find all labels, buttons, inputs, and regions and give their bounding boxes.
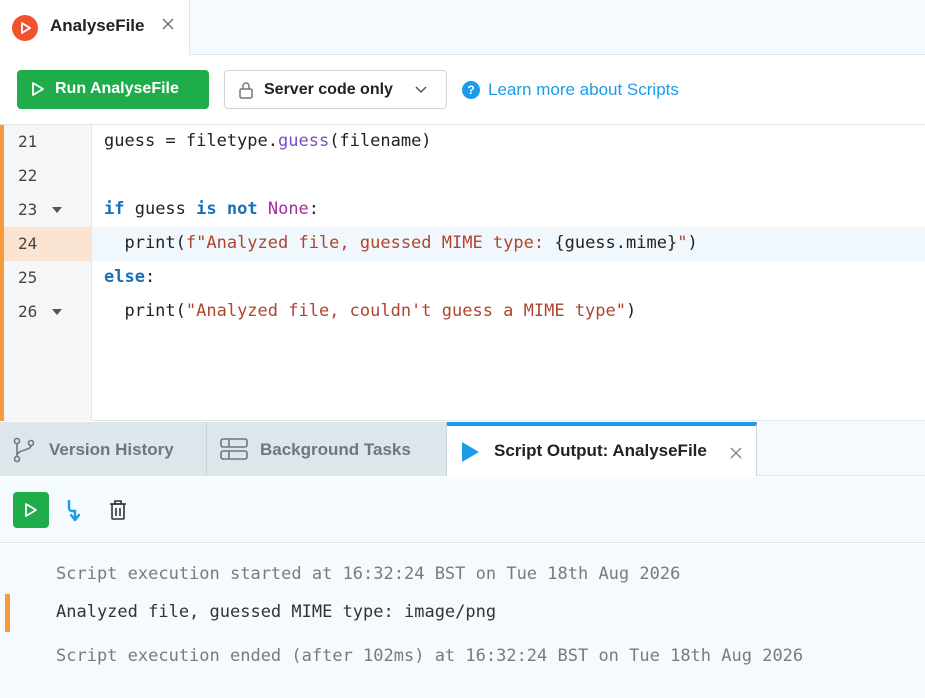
fold-arrow-icon[interactable] (52, 207, 62, 213)
help-icon: ? (462, 81, 480, 99)
tab-label: Version History (49, 440, 174, 459)
server-icon (220, 438, 248, 460)
code-mode-label: Server code only (264, 81, 393, 98)
tab-script-output[interactable]: Script Output: AnalyseFile (447, 422, 757, 476)
console-line: Script execution started at 16:32:24 BST… (56, 564, 681, 584)
line-number: 22 (18, 166, 38, 185)
play-icon (25, 503, 37, 517)
fold-arrow-icon[interactable] (52, 309, 62, 315)
play-triangle-icon (462, 442, 479, 462)
run-script-button[interactable]: Run AnalyseFile (17, 70, 209, 109)
code-mode-dropdown[interactable]: Server code only (224, 70, 447, 109)
output-toolbar (0, 477, 925, 543)
tab-label: Background Tasks (260, 440, 411, 459)
learn-more-link[interactable]: ? Learn more about Scripts (462, 79, 679, 101)
chevron-down-icon (415, 86, 427, 94)
trash-icon[interactable] (108, 499, 128, 521)
console-line: Analyzed file, guessed MIME type: image/… (56, 602, 497, 622)
run-script-label: Run AnalyseFile (55, 80, 179, 97)
code-line[interactable]: if guess is not None: (92, 193, 925, 227)
play-circle-icon (12, 15, 38, 41)
tab-label: Script Output: AnalyseFile (494, 441, 707, 460)
close-icon[interactable] (729, 446, 743, 460)
line-number: 25 (18, 268, 38, 287)
output-marker (5, 594, 10, 632)
line-number: 26 (4, 295, 92, 329)
wrap-lines-icon[interactable] (66, 500, 84, 522)
file-tab-analysefile[interactable]: AnalyseFile (0, 0, 190, 55)
code-editor[interactable]: 21 22 23 24 25 26 guess = filetype.guess… (0, 125, 925, 421)
code-line-active[interactable]: print(f"Analyzed file, guessed MIME type… (92, 227, 925, 261)
script-output-console: Script execution started at 16:32:24 BST… (0, 544, 925, 698)
tab-version-history[interactable]: Version History (0, 422, 207, 476)
tab-background-tasks[interactable]: Background Tasks (207, 422, 447, 476)
rerun-button[interactable] (13, 492, 49, 528)
lock-icon (239, 82, 253, 99)
close-icon[interactable] (160, 16, 176, 32)
learn-more-label: Learn more about Scripts (488, 80, 679, 99)
file-tab-title: AnalyseFile (50, 16, 145, 35)
file-tab-bar: AnalyseFile (0, 0, 925, 55)
panel-tab-bar: Version History Background Tasks Script … (0, 422, 925, 476)
code-line[interactable]: print("Analyzed file, couldn't guess a M… (92, 295, 925, 329)
line-number: 23 (4, 193, 92, 227)
line-number: 21 (18, 132, 38, 151)
line-number-active: 24 (4, 227, 92, 261)
code-line[interactable]: guess = filetype.guess(filename) (92, 125, 925, 159)
git-branch-icon (13, 437, 35, 463)
console-line: Script execution ended (after 102ms) at … (56, 646, 804, 666)
code-line[interactable]: else: (92, 261, 925, 295)
code-line[interactable] (92, 159, 925, 193)
play-icon (32, 82, 44, 96)
script-toolbar: Run AnalyseFile Server code only ? Learn… (0, 55, 925, 125)
